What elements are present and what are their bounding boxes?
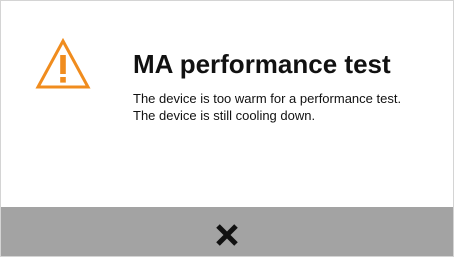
dialog-title: MA performance test xyxy=(133,49,391,79)
message-line: The device is too warm for a performance… xyxy=(133,91,402,106)
dialog-body: MA performance test The device is too wa… xyxy=(1,1,453,207)
dialog: MA performance test The device is too wa… xyxy=(0,0,454,257)
dialog-footer xyxy=(1,207,453,256)
warning-icon xyxy=(35,38,91,89)
close-icon xyxy=(216,224,238,246)
close-button[interactable] xyxy=(207,216,247,254)
dialog-message: The device is too warm for a performance… xyxy=(133,90,433,124)
message-line: The device is still cooling down. xyxy=(133,108,316,123)
